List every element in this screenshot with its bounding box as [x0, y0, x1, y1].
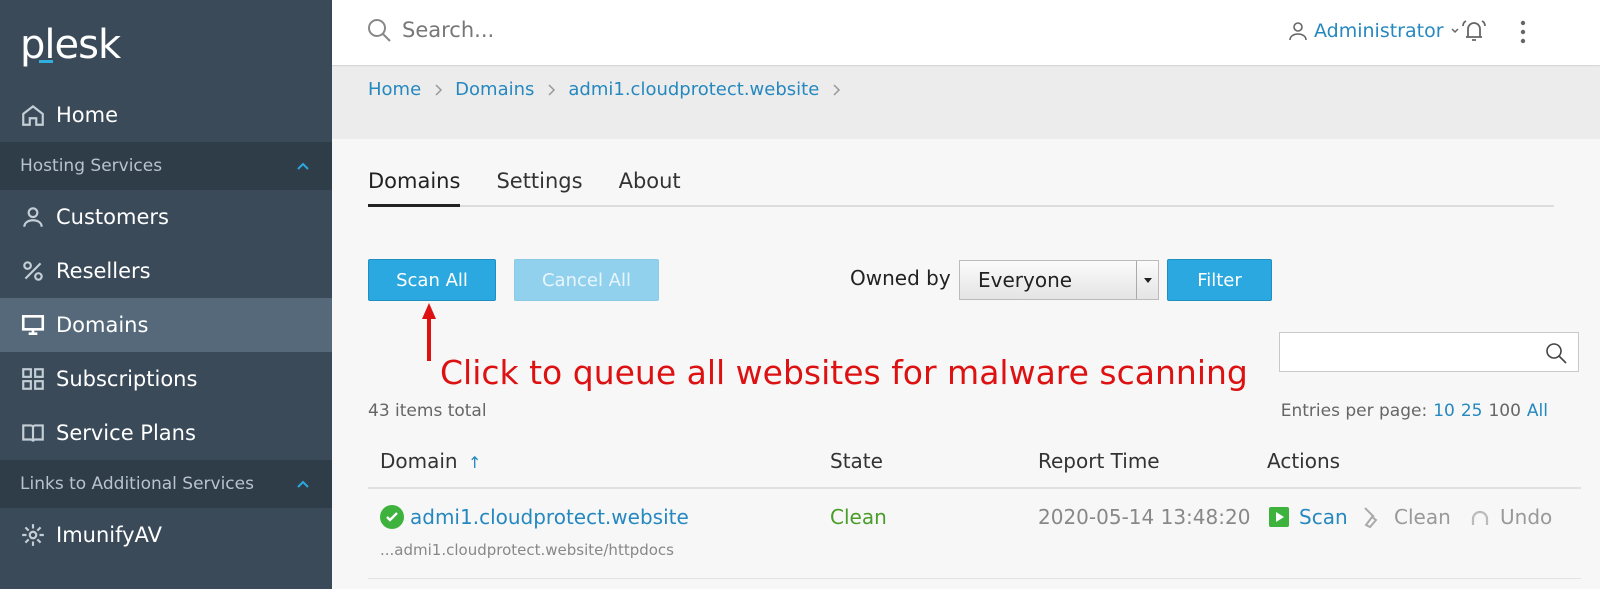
cancel-all-button[interactable]: Cancel All: [514, 259, 659, 301]
tab-domains[interactable]: Domains: [368, 169, 461, 207]
play-icon: [1269, 507, 1289, 527]
undo-action[interactable]: Undo: [1468, 505, 1552, 529]
topbar: Administrator: [332, 0, 1600, 66]
tab-bar: Domains Settings About: [368, 169, 1554, 207]
sidebar-item-label: ImunifyAV: [56, 523, 162, 547]
sidebar-item-customers[interactable]: Customers: [0, 190, 332, 244]
annotation-text: Click to queue all websites for malware …: [440, 353, 1248, 392]
chevron-up-icon: [297, 480, 309, 488]
sidebar-item-domains[interactable]: Domains: [0, 298, 332, 352]
owned-by-select[interactable]: Everyone: [959, 260, 1159, 300]
scan-all-button[interactable]: Scan All: [368, 259, 496, 301]
global-search[interactable]: [366, 17, 902, 43]
user-icon: [20, 204, 46, 230]
entries-option-10[interactable]: 10: [1433, 401, 1455, 421]
annotation-arrow: [422, 303, 436, 361]
search-input[interactable]: [402, 18, 902, 42]
plesk-logo[interactable]: plesk: [0, 0, 332, 88]
sidebar: plesk Home Hosting Services Customers Re…: [0, 0, 332, 589]
column-state[interactable]: State: [830, 449, 883, 473]
list-search-box[interactable]: [1279, 332, 1579, 372]
column-domain[interactable]: Domain ↑: [380, 449, 481, 473]
book-icon: [20, 420, 46, 446]
sidebar-item-label: Domains: [56, 313, 149, 337]
chevron-right-icon: [548, 83, 556, 96]
report-time-cell: 2020-05-14 13:48:20: [1038, 505, 1251, 529]
sidebar-item-service-plans[interactable]: Service Plans: [0, 406, 332, 460]
sidebar-item-label: Service Plans: [56, 421, 196, 445]
sidebar-item-label: Home: [56, 103, 119, 127]
undo-icon: [1471, 510, 1489, 525]
sidebar-item-imunifyav[interactable]: ImunifyAV: [0, 508, 332, 562]
breadcrumb-band: Home Domains admi1.cloudprotect.website: [332, 67, 1600, 139]
monitor-icon: [20, 312, 46, 338]
more-vertical-icon[interactable]: [1518, 18, 1528, 46]
sidebar-group-additional-services[interactable]: Links to Additional Services: [0, 460, 332, 508]
notification-bell-icon[interactable]: [1460, 17, 1488, 45]
table-header: Domain ↑ State Report Time Actions: [368, 439, 1581, 489]
breadcrumb-home[interactable]: Home: [368, 79, 421, 100]
chevron-right-icon: [435, 83, 443, 96]
table-row: admi1.cloudprotect.website ...admi1.clou…: [368, 489, 1581, 579]
check-circle-icon: [380, 505, 404, 529]
chevron-right-icon: [833, 83, 841, 96]
broom-icon: [1364, 507, 1378, 529]
column-actions: Actions: [1267, 449, 1341, 473]
owned-by-label: Owned by: [850, 266, 951, 290]
breadcrumb-domain[interactable]: admi1.cloudprotect.website: [568, 79, 819, 100]
sidebar-item-subscriptions[interactable]: Subscriptions: [0, 352, 332, 406]
chevron-down-icon: [1451, 28, 1459, 34]
breadcrumb-domains[interactable]: Domains: [455, 79, 534, 100]
entries-option-all[interactable]: All: [1527, 401, 1548, 421]
tab-settings[interactable]: Settings: [496, 169, 582, 207]
items-total: 43 items total: [368, 401, 487, 421]
state-cell: Clean: [830, 505, 887, 529]
user-menu[interactable]: Administrator: [1288, 20, 1466, 42]
percent-icon: [20, 258, 46, 284]
main-content: Domains Settings About Scan All Cancel A…: [332, 139, 1600, 589]
grid-icon: [20, 366, 46, 392]
search-icon: [1546, 343, 1567, 364]
home-icon: [20, 102, 46, 128]
user-icon: [1289, 22, 1307, 41]
domain-cell: admi1.cloudprotect.website: [380, 505, 689, 529]
domain-path: ...admi1.cloudprotect.website/httpdocs: [380, 541, 674, 559]
clean-action[interactable]: Clean: [1362, 505, 1451, 529]
sidebar-item-label: Subscriptions: [56, 367, 198, 391]
sidebar-item-label: Customers: [56, 205, 169, 229]
owned-by-value: Everyone: [978, 268, 1073, 292]
sidebar-item-resellers[interactable]: Resellers: [0, 244, 332, 298]
chevron-up-icon: [297, 162, 309, 170]
entries-option-25[interactable]: 25: [1461, 401, 1483, 421]
entries-per-page: Entries per page: 10 25 100 All: [1280, 401, 1548, 421]
filter-button[interactable]: Filter: [1167, 259, 1272, 301]
dropdown-arrow-icon: [1136, 261, 1158, 299]
entries-option-100: 100: [1488, 401, 1521, 421]
breadcrumb: Home Domains admi1.cloudprotect.website: [368, 79, 853, 100]
scan-action[interactable]: Scan: [1267, 505, 1348, 529]
sidebar-item-home[interactable]: Home: [0, 88, 332, 142]
column-report-time[interactable]: Report Time: [1038, 449, 1160, 473]
domain-link[interactable]: admi1.cloudprotect.website: [410, 505, 689, 529]
sidebar-item-label: Resellers: [56, 259, 151, 283]
sort-asc-icon: ↑: [467, 453, 482, 472]
tab-about[interactable]: About: [619, 169, 681, 207]
user-name: Administrator: [1314, 20, 1444, 42]
search-icon: [368, 19, 391, 42]
gear-icon: [20, 522, 46, 548]
sidebar-group-hosting-services[interactable]: Hosting Services: [0, 142, 332, 190]
